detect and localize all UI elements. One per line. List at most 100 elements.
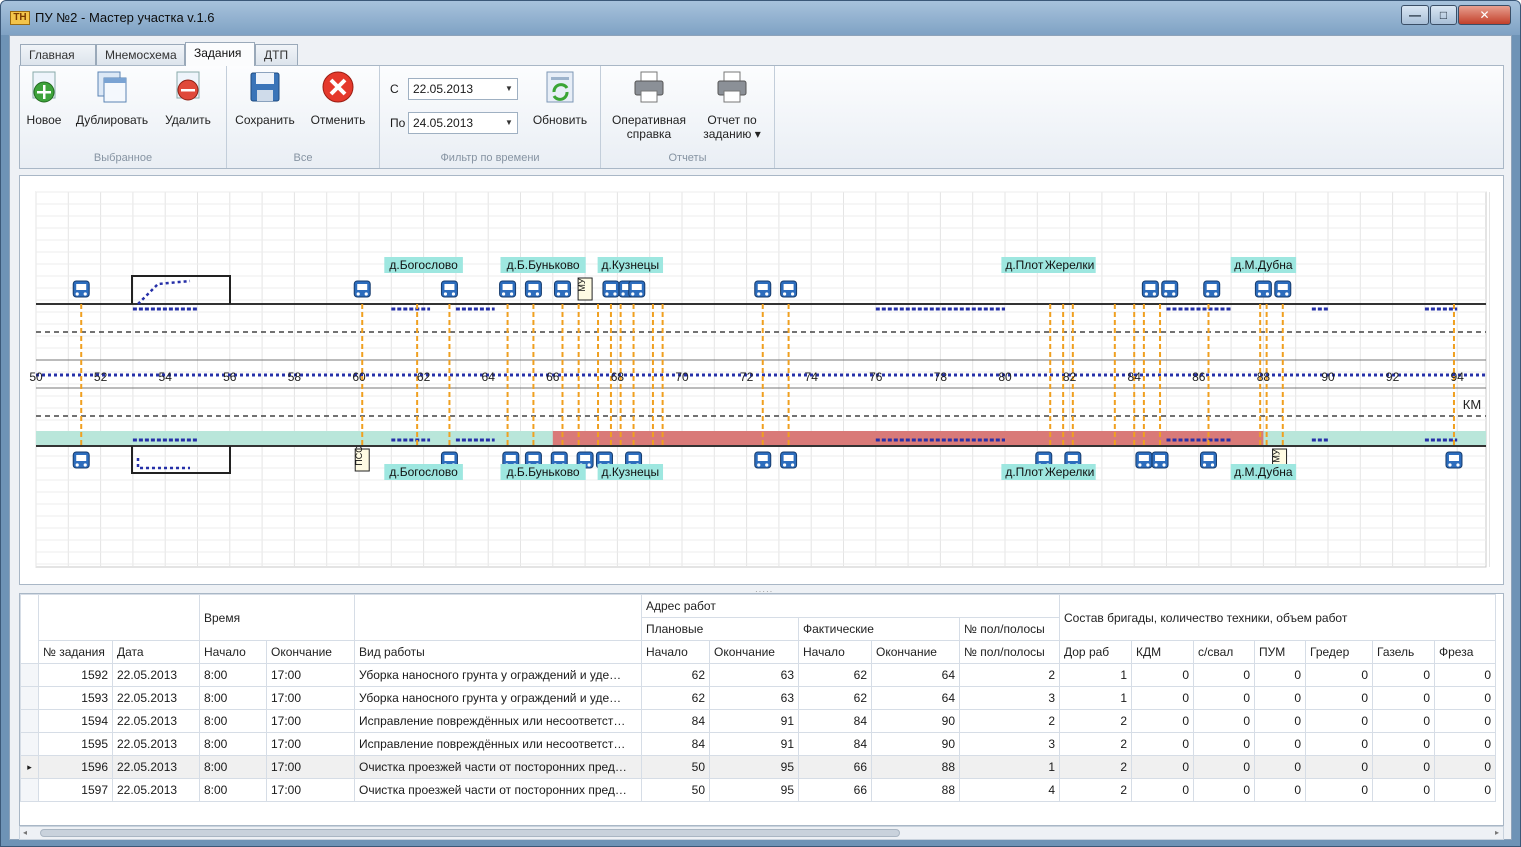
dropdown-arrow-icon[interactable]: ▼ — [501, 113, 517, 133]
cell-dor: 2 — [1059, 755, 1132, 779]
column-header[interactable]: Газель — [1372, 640, 1435, 664]
row-selector[interactable] — [20, 732, 39, 756]
horizontal-scrollbar[interactable]: ◂ ▸ — [19, 826, 1504, 840]
mu-sign: МУ — [577, 278, 587, 291]
operative-report-button[interactable]: Оперативная справка — [607, 70, 691, 141]
delete-button[interactable]: Удалить — [162, 70, 214, 127]
cell-f_start: 62 — [798, 663, 872, 687]
task-report-label-1: Отчет по — [707, 113, 757, 127]
cell-dor: 2 — [1059, 709, 1132, 733]
tasks-grid[interactable]: Время Адрес работ Состав бригады, количест… — [19, 593, 1504, 826]
km-tick-label: 72 — [740, 370, 754, 384]
scroll-left-icon[interactable]: ◂ — [23, 827, 27, 839]
cell-start: 8:00 — [199, 709, 267, 733]
refresh-icon — [546, 71, 574, 103]
column-header[interactable]: Окончание — [266, 640, 355, 664]
cell-greder: 0 — [1305, 709, 1373, 733]
column-header[interactable]: Дор раб — [1059, 640, 1132, 664]
header-lane: № пол/полосы — [959, 617, 1060, 641]
tab-main[interactable]: Главная — [20, 44, 96, 65]
cell-greder: 0 — [1305, 778, 1373, 802]
duplicate-label: Дублировать — [75, 113, 149, 127]
bus-stop-window — [605, 284, 616, 290]
column-header[interactable]: Окончание — [871, 640, 960, 664]
bus-stop-icon — [754, 280, 772, 298]
column-header[interactable]: № пол/полосы — [959, 640, 1060, 664]
duplicate-button[interactable]: Дублировать — [72, 70, 152, 127]
cell-p_start: 50 — [641, 778, 710, 802]
maximize-button[interactable]: □ — [1430, 5, 1457, 25]
date-to-picker[interactable]: 24.05.2013 ▼ — [408, 112, 518, 134]
new-button[interactable]: Новое — [24, 70, 64, 127]
column-header[interactable]: Начало — [199, 640, 267, 664]
date-from-picker[interactable]: 22.05.2013 ▼ — [408, 78, 518, 100]
tab-dtp[interactable]: ДТП — [255, 44, 298, 65]
column-header[interactable]: Фреза — [1434, 640, 1496, 664]
cell-date: 22.05.2013 — [112, 663, 200, 687]
client-area: Главная Мнемосхема Задания ДТП Новое Дуб… — [9, 35, 1512, 840]
bus-stop-wheel — [631, 292, 635, 296]
table-row[interactable]: 1595 22.05.2013 8:00 17:00 Исправление повре… — [20, 732, 1496, 756]
tab-mnemoscheme[interactable]: Мнемосхема — [96, 44, 185, 65]
duplicate-icon — [97, 71, 127, 103]
settlement-label: д.М.Дубна — [1234, 465, 1293, 479]
group-all-label: Все — [293, 152, 313, 164]
table-row[interactable]: 1592 22.05.2013 8:00 17:00 Уборка наносного … — [20, 663, 1496, 687]
cancel-button[interactable]: Отменить — [307, 70, 369, 127]
header-row: Время Адрес работ Состав бригады, количест… — [20, 594, 1496, 664]
row-selector[interactable] — [20, 709, 39, 733]
table-row[interactable]: 1593 22.05.2013 8:00 17:00 Уборка наносного … — [20, 686, 1496, 710]
bus-stop-wheel — [1162, 463, 1166, 467]
column-header[interactable]: ПУМ — [1254, 640, 1306, 664]
tasks-table: Время Адрес работ Состав бригады, количест… — [20, 594, 1496, 802]
bus-stop-wheel — [587, 463, 591, 467]
cell-pum: 0 — [1254, 686, 1306, 710]
dropdown-arrow-icon[interactable]: ▼ — [501, 79, 517, 99]
bus-stop-window — [528, 284, 539, 290]
column-header[interactable]: Окончание — [709, 640, 799, 664]
cell-freza: 0 — [1434, 686, 1496, 710]
table-row[interactable]: 1594 22.05.2013 8:00 17:00 Исправление повре… — [20, 709, 1496, 733]
cell-f_start: 84 — [798, 732, 872, 756]
row-selector[interactable] — [20, 686, 39, 710]
road-diagram[interactable]: 50 52 54 56 58 60 62 64 66 68 70 72 74 76 78 80 82 84 86 88… — [19, 175, 1504, 585]
column-header[interactable]: Вид работы — [354, 640, 642, 664]
scroll-thumb[interactable] — [40, 829, 900, 837]
bus-stop-icon — [553, 280, 571, 298]
column-header[interactable]: Гредер — [1305, 640, 1373, 664]
scroll-right-icon[interactable]: ▸ — [1495, 827, 1499, 839]
column-header[interactable]: Начало — [641, 640, 710, 664]
ribbon: Новое Дублировать Удалить Выбранное Сохр… — [19, 65, 1504, 169]
cell-lane: 3 — [959, 686, 1060, 710]
title-bar[interactable]: ТН ПУ №2 - Мастер участка v.1.6 — □ ✕ — [1, 1, 1520, 35]
row-selector[interactable]: ▸ — [20, 755, 39, 779]
refresh-button[interactable]: Обновить — [528, 70, 592, 127]
cell-gazel: 0 — [1372, 709, 1435, 733]
cell-work: Уборка наносного грунта у ограждений и у… — [354, 663, 642, 687]
task-report-button[interactable]: Отчет по заданию ▾ — [697, 70, 767, 141]
table-row[interactable]: ▸ 1596 22.05.2013 8:00 17:00 Очистка проезжей… — [20, 755, 1496, 779]
column-header[interactable]: Начало — [798, 640, 872, 664]
table-row[interactable]: 1597 22.05.2013 8:00 17:00 Очистка проезжей … — [20, 778, 1496, 802]
close-button[interactable]: ✕ — [1458, 5, 1511, 25]
column-header[interactable]: КДМ — [1131, 640, 1194, 664]
bus-stop-wheel — [1172, 292, 1176, 296]
cell-dor: 2 — [1059, 732, 1132, 756]
bus-stop-wheel — [556, 292, 561, 296]
save-button[interactable]: Сохранить — [233, 70, 297, 127]
row-selector[interactable] — [20, 778, 39, 802]
road-diagram-svg[interactable]: 50 52 54 56 58 60 62 64 66 68 70 72 74 76 78 80 82 84 86 88… — [20, 176, 1503, 584]
cell-pum: 0 — [1254, 732, 1306, 756]
bus-stop-icon — [780, 451, 798, 469]
cell-kdm: 0 — [1131, 709, 1194, 733]
group-reports: Оперативная справка Отчет по заданию ▾ О… — [601, 66, 775, 168]
bus-stop-window — [783, 455, 794, 461]
column-header[interactable]: № задания — [38, 640, 113, 664]
column-header[interactable]: с/свал — [1193, 640, 1255, 664]
minimize-button[interactable]: — — [1401, 5, 1429, 25]
column-header[interactable]: Дата — [112, 640, 200, 664]
bus-stop-icon — [1161, 280, 1179, 298]
tab-tasks[interactable]: Задания — [185, 42, 255, 66]
bus-stop-wheel — [782, 292, 787, 296]
row-selector[interactable] — [20, 663, 39, 687]
